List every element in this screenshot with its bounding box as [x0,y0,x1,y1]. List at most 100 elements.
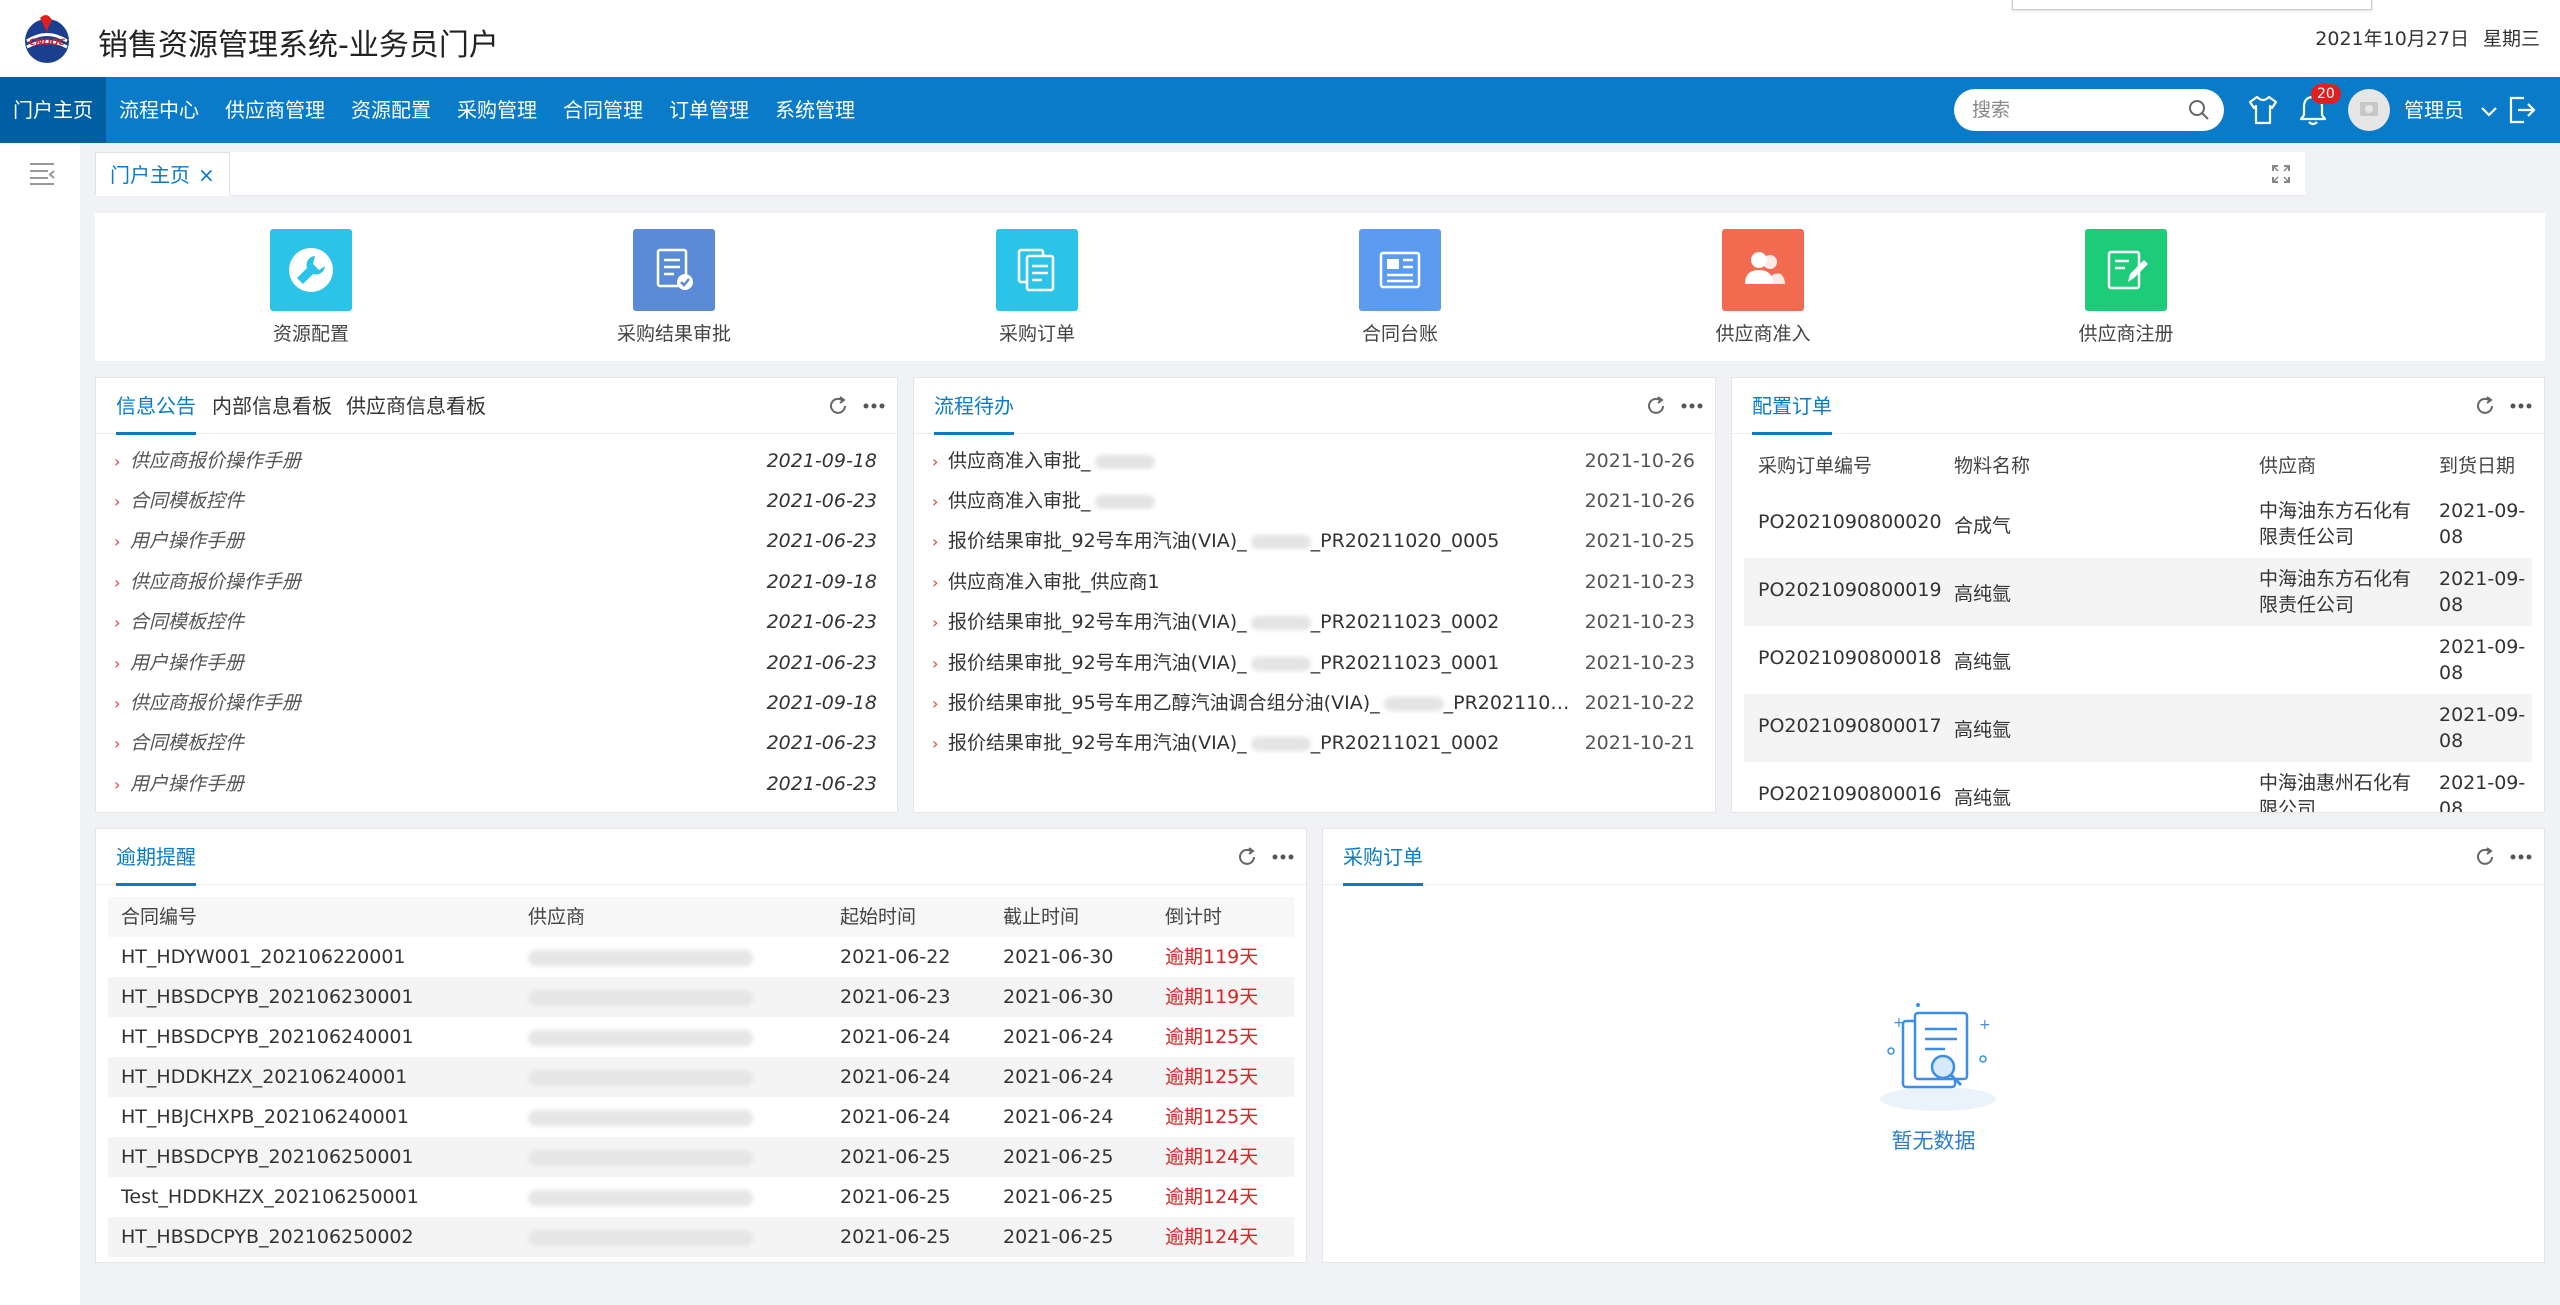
nav-item-order-mgmt[interactable]: 订单管理 [656,77,762,143]
close-icon[interactable]: × [198,163,215,187]
redacted-text [1383,696,1444,711]
nav-item-supplier-mgmt[interactable]: 供应商管理 [212,77,338,143]
quick-label: 采购结果审批 [616,323,731,345]
item-date: 2021-06-23 [766,611,877,633]
card-header: 配置订单 [1732,378,2544,435]
nav-item-process-center[interactable]: 流程中心 [106,77,212,143]
table-row[interactable]: HT_HBSDCPYB_202106230001 2021-06-23 2021… [108,977,1294,1017]
skin-shirt-icon[interactable] [2246,94,2280,126]
table-row[interactable]: PO2021090800016 高纯氩 中海油惠州石化有限公司 2021-09-… [1744,762,2532,813]
tab-supplier-board[interactable]: 供应商信息看板 [346,378,486,434]
list-item[interactable]: › 供应商报价操作手册 2021-09-18 [114,683,877,723]
quick-contract-ledger[interactable]: 合同台账 [1280,229,1520,346]
empty-data-icon: + + [1880,1003,1996,1111]
quick-supplier-admission[interactable]: 供应商准入 [1643,229,1883,346]
fullscreen-icon[interactable] [2271,164,2291,184]
table-row[interactable]: HT_HBJCHXPB_202106240001 2021-06-24 2021… [108,1097,1294,1137]
todo-item[interactable]: › 供应商准入审批_ 2021-10-26 [932,481,1695,521]
bullet-icon: › [114,452,121,471]
todo-card-title[interactable]: 流程待办 [934,378,1014,435]
table-row[interactable]: HT_HBSDCPYB_202106250001 2021-06-25 2021… [108,1137,1294,1177]
more-icon[interactable] [863,403,885,409]
table-row[interactable]: PO2021090800017 高纯氩 2021-09-08 [1744,694,2532,762]
main-nav: 门户主页 流程中心 供应商管理 资源配置 采购管理 合同管理 订单管理 系统管理… [0,77,2560,143]
table-header: 合同编号 供应商 起始时间 截止时间 倒计时 [108,897,1294,937]
refresh-icon[interactable] [2474,395,2496,417]
card-tools [827,395,885,417]
nav-item-system-mgmt[interactable]: 系统管理 [762,77,868,143]
refresh-icon[interactable] [1236,846,1258,868]
tab-info-announcement[interactable]: 信息公告 [116,378,196,435]
config-order-card: 配置订单 采购订单编号 物料名称 供应商 到货日期 PO202109080002… [1731,377,2545,813]
todo-title: 供应商准入审批_ [948,490,1091,512]
table-row[interactable]: PO2021090800018 高纯氩 2021-09-08 [1744,626,2532,694]
table-row[interactable]: HT_HBSDCPYB_202106240001 2021-06-24 2021… [108,1017,1294,1057]
refresh-icon[interactable] [1645,395,1667,417]
todo-item[interactable]: › 供应商准入审批_供应商1 2021-10-23 [932,562,1695,602]
quick-supplier-register[interactable]: 供应商注册 [2006,229,2246,346]
redacted-text [528,1189,753,1206]
more-icon[interactable] [1681,403,1703,409]
list-item[interactable]: › 用户操作手册 2021-06-23 [114,521,877,561]
username[interactable]: 管理员 [2404,77,2498,143]
tab-internal-board[interactable]: 内部信息看板 [212,378,332,434]
cell-contract-no: HT_HDYW001_202106220001 [121,946,406,968]
quick-purchase-result-approval[interactable]: 采购结果审批 [554,229,794,346]
cell-end-time: 2021-06-24 [1003,1106,1114,1128]
todo-item[interactable]: › 报价结果审批_92号车用汽油(VIA)_ _PR20211023_0001 202… [932,643,1695,683]
edit-form-icon [2107,250,2148,290]
table-row[interactable]: HT_HBSDCPYB_202106250002 2021-06-25 2021… [108,1217,1294,1257]
cell-supplier: 中海油东方石化有限责任公司 [2259,500,2412,548]
more-icon[interactable] [1272,854,1294,860]
nav-item-resource-config[interactable]: 资源配置 [338,77,444,143]
list-item[interactable]: › 供应商报价操作手册 2021-09-18 [114,562,877,602]
table-row[interactable]: Test_HDDKHZX_202106250001 2021-06-25 202… [108,1177,1294,1217]
quick-resource-config[interactable]: 资源配置 [191,229,431,346]
todo-item[interactable]: › 报价结果审批_92号车用汽油(VIA)_ _PR20211023_0002 202… [932,602,1695,642]
item-title: 合同模板控件 [130,490,245,512]
item-date: 2021-06-23 [766,530,877,552]
search-input[interactable] [1972,97,2172,123]
item-date: 2021-06-23 [766,732,877,754]
table-row[interactable]: HT_HDYW001_202106220001 2021-06-22 2021-… [108,937,1294,977]
todo-item[interactable]: › 报价结果审批_92号车用汽油(VIA)_ _PR20211020_0005 202… [932,521,1695,561]
nav-item-contract-mgmt[interactable]: 合同管理 [550,77,656,143]
nav-item-purchase-mgmt[interactable]: 采购管理 [444,77,550,143]
todo-item[interactable]: › 供应商准入审批_ 2021-10-26 [932,441,1695,481]
tab-portal-home[interactable]: 门户主页 × [95,152,230,196]
list-item[interactable]: › 合同模板控件 2021-06-23 [114,723,877,763]
cell-countdown: 逾期124天 [1165,1186,1259,1208]
list-item[interactable]: › 供应商报价操作手册 2021-09-18 [114,441,877,481]
logout-icon[interactable] [2506,94,2538,126]
todo-item[interactable]: › 报价结果审批_95号车用乙醇汽油调合组分油(VIA)_ _PR20211022.… [932,683,1695,723]
table-row[interactable]: PO2021090800020 合成气 中海油东方石化有限责任公司 2021-0… [1744,490,2532,558]
quick-purchase-order[interactable]: 采购订单 [917,229,1157,346]
cell-contract-no: HT_HBSDCPYB_202106250002 [121,1226,414,1248]
more-icon[interactable] [2510,403,2532,409]
search-icon[interactable] [2188,99,2210,121]
list-item[interactable]: › 合同模板控件 2021-06-23 [114,481,877,521]
bullet-icon: › [114,613,121,632]
cell-supplier [528,937,753,977]
cell-supplier: 中海油惠州石化有限公司 [2259,772,2412,813]
menu-toggle-icon[interactable] [28,161,56,185]
card-tools [2474,395,2532,417]
list-item[interactable]: › 用户操作手册 2021-06-23 [114,764,877,804]
list-item[interactable]: › 合同模板控件 2021-06-23 [114,602,877,642]
table-row[interactable]: PO2021090800019 高纯氩 中海油东方石化有限责任公司 2021-0… [1744,558,2532,626]
refresh-icon[interactable] [827,395,849,417]
system-title: 销售资源管理系统-业务员门户 [98,28,499,63]
list-item[interactable]: › 用户操作手册 2021-06-23 [114,643,877,683]
cell-end-time: 2021-06-30 [1003,986,1114,1008]
col-supplier: 供应商 [2259,455,2317,477]
table-row[interactable]: HT_HDDKHZX_202106240001 2021-06-24 2021-… [108,1057,1294,1097]
cell-contract-no: HT_HBJCHXPB_202106240001 [121,1106,409,1128]
avatar[interactable] [2348,89,2390,131]
quick-box [1359,229,1441,311]
todo-item[interactable]: › 报价结果审批_92号车用汽油(VIA)_ _PR20211021_0002 202… [932,723,1695,763]
nav-item-portal-home[interactable]: 门户主页 [0,77,106,143]
overdue-card: 逾期提醒 合同编号 供应商 起始时间 截止时间 倒计时 HT_HDYW001_2… [95,828,1307,1263]
redacted-text [1250,656,1311,671]
overdue-card-title[interactable]: 逾期提醒 [116,829,196,886]
order-card-title[interactable]: 配置订单 [1752,378,1832,435]
